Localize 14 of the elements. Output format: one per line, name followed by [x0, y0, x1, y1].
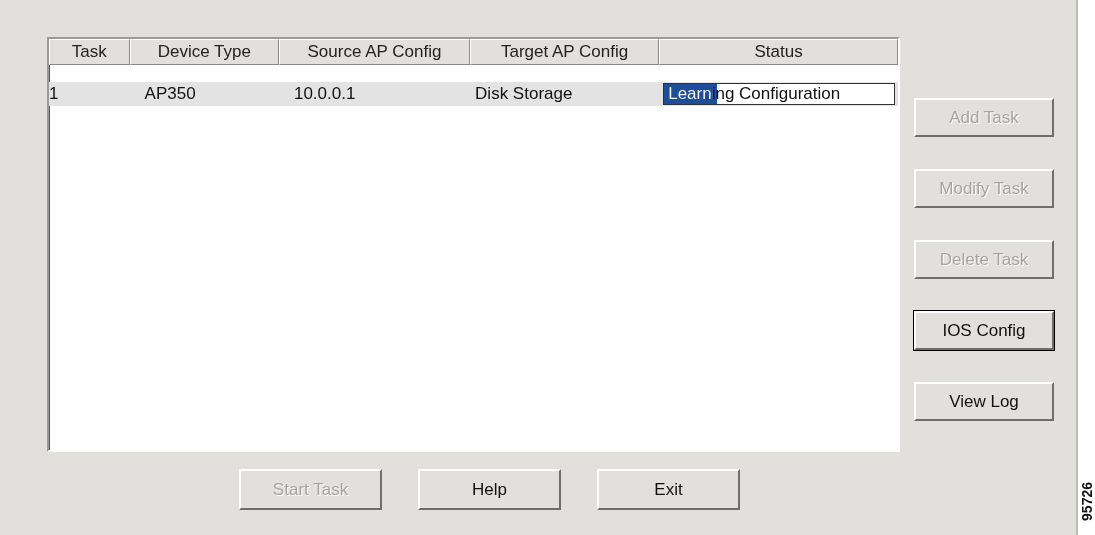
dialog-button[interactable]: Exit: [597, 469, 740, 510]
task-button[interactable]: View Log: [914, 382, 1054, 421]
table-cell-text: AP350: [143, 83, 197, 105]
task-button[interactable]: IOS Config: [914, 311, 1054, 350]
table-cell-text: Disk Storage: [474, 83, 574, 105]
table-cell-text: 10.0.0.1: [292, 83, 357, 105]
dialog-button[interactable]: Help: [418, 469, 561, 510]
figure-number: 95726: [1078, 482, 1095, 521]
column-header[interactable]: Task: [49, 39, 130, 65]
column-header[interactable]: Device Type: [129, 39, 279, 65]
column-header[interactable]: Status: [659, 39, 898, 65]
column-header[interactable]: Target AP Config: [470, 39, 660, 65]
column-header[interactable]: Source AP Config: [278, 39, 470, 65]
table-cell-text: 1: [49, 83, 60, 105]
